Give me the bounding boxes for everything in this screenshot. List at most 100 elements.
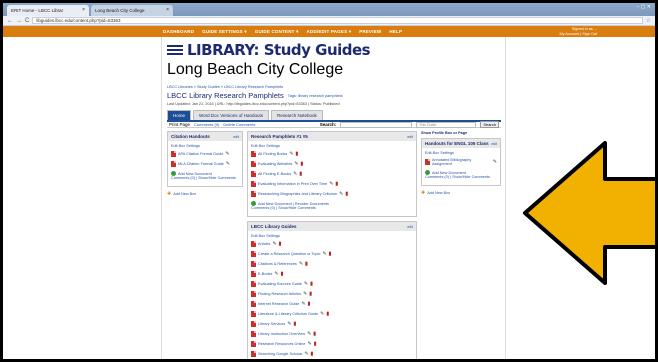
comment-icon[interactable]: ✎: [304, 281, 308, 287]
stats-icon[interactable]: ▮: [314, 341, 317, 347]
comments-links[interactable]: Comments (0) | Show/Hide Comments: [425, 175, 497, 179]
nav-preview[interactable]: PREVIEW: [359, 29, 381, 34]
add-new-box-link[interactable]: Add New Box: [427, 191, 450, 195]
comment-icon[interactable]: ✎: [299, 261, 303, 267]
stats-icon[interactable]: ▮: [335, 181, 338, 187]
comment-icon[interactable]: ✎: [304, 351, 308, 357]
item-label[interactable]: MLA Citation Format Guide: [178, 162, 224, 166]
stats-icon[interactable]: ▮: [279, 241, 282, 247]
edit-box-settings-link[interactable]: Edit Box Settings: [251, 234, 413, 238]
comment-icon[interactable]: ✎: [307, 331, 311, 337]
comment-icon[interactable]: ✎: [301, 301, 305, 307]
bookmark-star-icon[interactable]: ☆: [646, 17, 651, 24]
reload-icon[interactable]: C: [25, 18, 29, 24]
item-label[interactable]: Citations & References: [258, 262, 297, 266]
back-icon[interactable]: ←: [7, 18, 13, 24]
user-links[interactable]: My Account | Sign Out: [560, 32, 598, 37]
comment-icon[interactable]: ✎: [320, 311, 324, 317]
comments-links[interactable]: Comments (0) | Show/Hide Comments: [251, 206, 413, 210]
item-label[interactable]: Evaluating Websites: [258, 162, 292, 166]
tab-word-doc-versions[interactable]: Word Doc Versions of Handouts: [193, 110, 269, 120]
nav-dashboard[interactable]: DASHBOARD: [163, 29, 194, 34]
comment-icon[interactable]: ✎: [272, 241, 276, 247]
stats-icon[interactable]: ▮: [296, 151, 299, 157]
nav-guide-content[interactable]: GUIDE CONTENT ▾: [255, 29, 299, 35]
comment-icon[interactable]: ✎: [225, 151, 229, 157]
breadcrumb[interactable]: LBCC Libraries » Study Guides » LBCC Lib…: [167, 85, 501, 89]
comments-link[interactable]: Comments (0): [194, 122, 219, 127]
comment-icon[interactable]: ✎: [287, 321, 291, 327]
item-label[interactable]: Evaluating Sources Guide: [258, 282, 302, 286]
search-button[interactable]: Search: [480, 121, 499, 128]
stats-icon[interactable]: ▮: [305, 261, 308, 267]
stats-icon[interactable]: ▮: [313, 331, 316, 337]
list-item[interactable]: Researching Biographies and Literary Cri…: [251, 191, 413, 197]
search-scope-select[interactable]: This Guide: [416, 121, 477, 128]
comment-icon[interactable]: ✎: [294, 161, 298, 167]
list-item[interactable]: Library Services ✎ ▮: [251, 321, 413, 327]
item-label[interactable]: Searching Google Scholar: [258, 352, 302, 356]
close-icon[interactable]: ×: [82, 5, 85, 16]
item-label[interactable]: Researching Biographies and Literary Cri…: [258, 192, 337, 196]
forward-icon[interactable]: →: [16, 18, 22, 24]
list-item[interactable]: APA Citation Format Guide ✎: [171, 151, 239, 157]
stats-icon[interactable]: ▮: [299, 171, 302, 177]
add-new-box[interactable]: ✚ Add New Box: [167, 191, 243, 197]
nav-help[interactable]: HELP: [389, 29, 402, 34]
edit-link[interactable]: edit: [233, 135, 239, 139]
item-label[interactable]: All Finding E-Books: [258, 172, 291, 176]
list-item[interactable]: Finding Research Articles ✎ ▮: [251, 291, 413, 297]
stats-icon[interactable]: ▮: [329, 251, 332, 257]
stats-icon[interactable]: ▮: [311, 351, 314, 357]
show-profile-link[interactable]: Show Profile Box or Page: [421, 131, 501, 135]
comments-links[interactable]: Comments (0) | Show/Hide Comments: [171, 176, 239, 180]
item-label[interactable]: Research Resources Online: [258, 342, 305, 346]
close-icon[interactable]: ×: [166, 5, 169, 16]
item-label[interactable]: Evaluating Information in Print Over Tim…: [258, 182, 327, 186]
comment-icon[interactable]: ✎: [307, 341, 311, 347]
edit-box-settings-link[interactable]: Edit Box Settings: [425, 151, 497, 155]
delete-comments-link[interactable]: Delete Comments: [223, 122, 255, 127]
list-item[interactable]: Evaluating Websites ✎ ▮: [251, 161, 413, 167]
list-item[interactable]: Create a Research Question or Topic ✎ ▮: [251, 251, 413, 257]
comment-icon[interactable]: ✎: [322, 251, 326, 257]
edit-box-settings-link[interactable]: Edit Box Settings: [171, 144, 239, 148]
comment-icon[interactable]: ✎: [289, 151, 293, 157]
list-item[interactable]: All Finding Books ✎ ▮: [251, 151, 413, 157]
list-item[interactable]: Literature & Literary Criticism Guide ✎ ▮: [251, 311, 413, 317]
item-label[interactable]: Articles: [258, 242, 270, 246]
list-item[interactable]: Evaluating Sources Guide ✎ ▮: [251, 281, 413, 287]
stats-icon[interactable]: ▮: [326, 311, 329, 317]
item-label[interactable]: E-Books: [258, 272, 272, 276]
add-new-box-link[interactable]: Add New Box: [173, 192, 196, 196]
stats-icon[interactable]: ▮: [345, 191, 348, 197]
item-label[interactable]: Internet Research Guide: [258, 302, 299, 306]
tab-research-notebook[interactable]: Research Notebook: [270, 110, 323, 120]
list-item[interactable]: Searching Google Scholar ✎ ▮: [251, 351, 413, 357]
add-document-link[interactable]: Add New Document | Reorder Documents: [258, 202, 329, 206]
url-input[interactable]: libguides.lbcc.edu/content.php?pid=53363: [32, 17, 643, 24]
browser-tab-inactive[interactable]: Long Beach City College ×: [91, 5, 173, 16]
list-item[interactable]: Annotated Bibliography Assignment ✎: [425, 158, 497, 166]
comment-icon[interactable]: ✎: [274, 271, 278, 277]
item-label[interactable]: Literature & Literary Criticism Guide: [258, 312, 318, 316]
tab-home[interactable]: Home: [167, 110, 192, 120]
comment-icon[interactable]: ✎: [329, 181, 333, 187]
add-document-link[interactable]: Add New Document: [178, 172, 212, 176]
list-item[interactable]: All Finding E-Books ✎ ▮: [251, 171, 413, 177]
item-label[interactable]: Library Services: [258, 322, 285, 326]
stats-icon[interactable]: ▮: [310, 281, 313, 287]
list-item[interactable]: Research Resources Online ✎ ▮: [251, 341, 413, 347]
edit-link[interactable]: edit: [491, 142, 497, 146]
window-controls[interactable]: – ▢ ✕: [637, 4, 651, 10]
item-label[interactable]: All Finding Books: [258, 152, 287, 156]
guide-tags[interactable]: Tags: library research pamphlets: [288, 94, 343, 98]
stats-icon[interactable]: ▮: [308, 301, 311, 307]
edit-box-settings-link[interactable]: Edit Box Settings: [251, 144, 413, 148]
search-input[interactable]: [340, 121, 413, 128]
comment-icon[interactable]: ✎: [493, 159, 497, 165]
edit-link[interactable]: edit: [407, 225, 413, 229]
list-item[interactable]: Articles ✎ ▮: [251, 241, 413, 247]
add-new-box[interactable]: ✚ Add New Box: [421, 190, 501, 196]
item-label[interactable]: Annotated Bibliography Assignment: [432, 158, 491, 166]
